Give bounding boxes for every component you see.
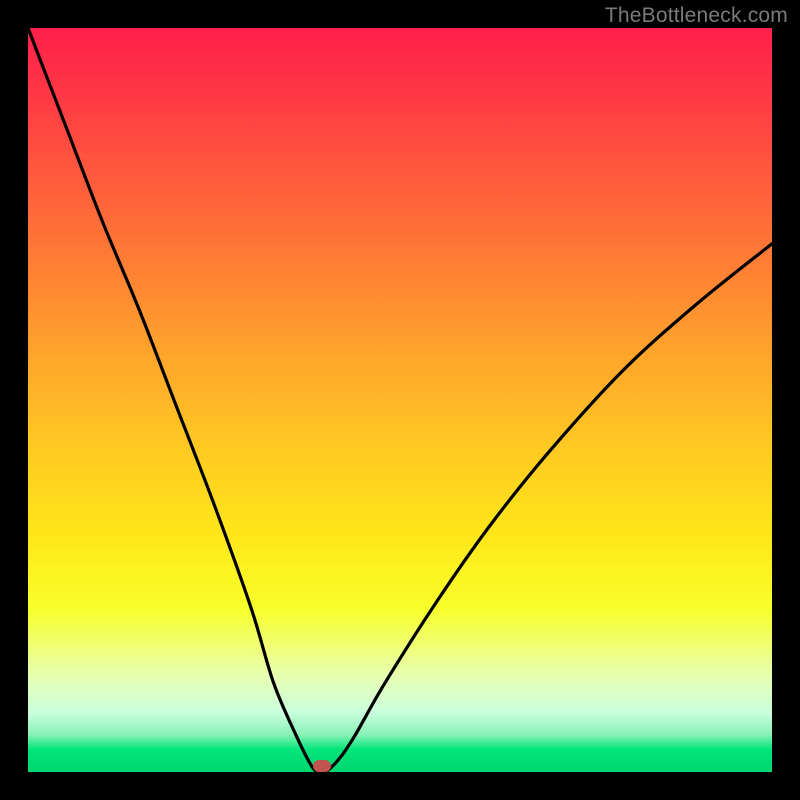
- chart-frame: TheBottleneck.com: [0, 0, 800, 800]
- curve-path: [28, 28, 772, 772]
- plot-area: [28, 28, 772, 772]
- optimal-point-marker: [313, 760, 331, 772]
- bottleneck-curve: [28, 28, 772, 772]
- watermark-text: TheBottleneck.com: [605, 4, 788, 28]
